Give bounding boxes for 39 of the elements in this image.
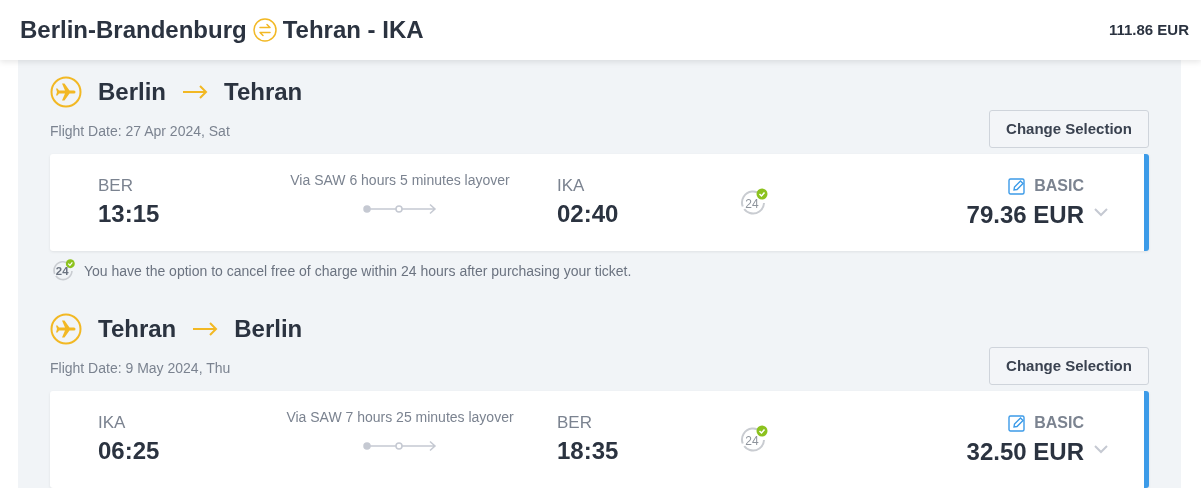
- arrival-time: 18:35: [557, 435, 620, 466]
- price: 79.36 EUR: [966, 199, 1084, 230]
- airplane-icon: [50, 313, 82, 345]
- change-selection-button[interactable]: Change Selection: [989, 110, 1149, 148]
- airport-code: BER: [557, 411, 593, 434]
- layover-info: Via SAW 6 hours 5 minutes layover: [290, 171, 510, 190]
- route-line-icon: [363, 440, 437, 452]
- airport-code: IKA: [98, 411, 127, 434]
- departure-time: 06:25: [98, 435, 161, 466]
- leg-origin: Berlin: [98, 77, 166, 107]
- flight-card[interactable]: BER 13:15 Via SAW 6 hours 5 minutes layover IKA 02:40 24 BASIC 79.36 EUR: [50, 154, 1149, 251]
- chevron-down-icon[interactable]: [1094, 208, 1108, 217]
- leg-destination: Berlin: [234, 314, 303, 344]
- total-price: 111.86 EUR: [1108, 19, 1189, 40]
- layover-info: Via SAW 7 hours 25 minutes layover: [286, 408, 514, 427]
- airplane-icon: [50, 76, 82, 108]
- price: 32.50 EUR: [966, 436, 1084, 467]
- airport-code: BER: [98, 174, 134, 197]
- arrival-time: 02:40: [557, 198, 620, 229]
- route-destination: Tehran - IKA: [282, 15, 424, 45]
- swap-icon: [252, 18, 277, 42]
- route-line-icon: [363, 203, 437, 215]
- edit-icon: [1008, 176, 1027, 195]
- fare-type: BASIC: [1034, 412, 1084, 433]
- route-origin: Berlin-Brandenburg: [20, 15, 247, 45]
- cancellation-note: You have the option to cancel free of charge within 24 hours after purchasing your ticket.: [84, 261, 632, 281]
- fare-type: BASIC: [1034, 175, 1084, 196]
- flight-card[interactable]: IKA 06:25 Via SAW 7 hours 25 minutes layover BER 18:35 24 BASIC 32.50 EUR: [50, 391, 1149, 488]
- change-selection-button[interactable]: Change Selection: [989, 347, 1149, 385]
- flight-date: Flight Date: 9 May 2024, Thu: [50, 359, 231, 378]
- edit-icon: [1008, 413, 1027, 432]
- airport-code: IKA: [557, 174, 586, 197]
- chevron-down-icon[interactable]: [1094, 445, 1108, 454]
- leg-origin: Tehran: [98, 314, 177, 344]
- arrow-right-icon: [182, 85, 208, 99]
- departure-time: 13:15: [98, 198, 161, 229]
- leg-destination: Tehran: [224, 77, 303, 107]
- flight-date: Flight Date: 27 Apr 2024, Sat: [50, 122, 230, 141]
- arrow-right-icon: [192, 322, 219, 336]
